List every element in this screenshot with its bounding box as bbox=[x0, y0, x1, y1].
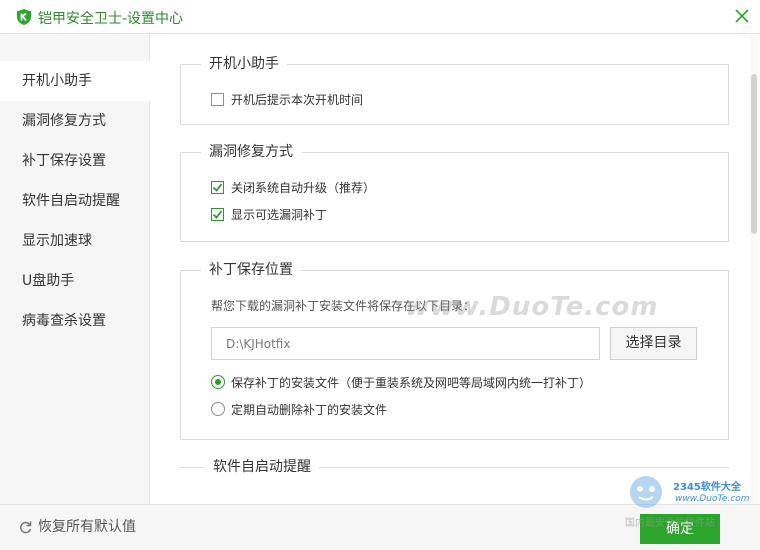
sidebar-item-speed-ball[interactable]: 显示加速球 bbox=[0, 221, 150, 261]
option-label: 保存补丁的安装文件（便于重装系统及网吧等局域网内统一打补丁） bbox=[231, 376, 592, 390]
vuln-fix-group: 漏洞修复方式 关闭系统自动升级（推荐） 显示可选漏洞补丁 bbox=[180, 143, 729, 242]
corner-slogan: 国内最安全的软件站 bbox=[625, 518, 715, 529]
sidebar-item-vuln-fix[interactable]: 漏洞修复方式 bbox=[0, 101, 150, 141]
option-label: 显示可选漏洞补丁 bbox=[231, 208, 328, 222]
sidebar-item-patch-save[interactable]: 补丁保存设置 bbox=[0, 141, 150, 181]
disable-auto-update-checkbox[interactable] bbox=[211, 181, 224, 194]
checkmark-icon bbox=[212, 210, 223, 219]
window-title: 铠甲安全卫士-设置中心 bbox=[38, 11, 184, 27]
autostart-section-title: 软件自启动提醒 bbox=[205, 458, 319, 476]
group-title: 漏洞修复方式 bbox=[201, 143, 301, 161]
sidebar-item-virus-scan[interactable]: 病毒查杀设置 bbox=[0, 301, 150, 341]
choose-directory-button[interactable]: 选择目录 bbox=[610, 327, 697, 360]
restore-defaults-label: 恢复所有默认值 bbox=[38, 519, 136, 535]
sidebar: 开机小助手 漏洞修复方式 补丁保存设置 软件自启动提醒 显示加速球 U盘助手 病… bbox=[0, 34, 151, 504]
mascot-icon bbox=[630, 476, 662, 508]
checkmark-icon bbox=[212, 183, 223, 192]
sidebar-item-boot-assistant[interactable]: 开机小助手 bbox=[0, 61, 151, 101]
keep-patch-files-radio[interactable] bbox=[211, 375, 225, 389]
option-label: 关闭系统自动升级（推荐） bbox=[231, 181, 376, 195]
boot-time-checkbox[interactable] bbox=[211, 93, 224, 106]
shield-logo-icon bbox=[17, 9, 31, 25]
content-scrollbar[interactable] bbox=[750, 34, 758, 504]
patch-path-input[interactable] bbox=[211, 327, 600, 360]
sidebar-item-usb-assistant[interactable]: U盘助手 bbox=[0, 261, 150, 301]
group-title: 补丁保存位置 bbox=[201, 261, 301, 279]
option-label: 定期自动删除补丁的安装文件 bbox=[231, 403, 388, 417]
watermark-text: www.DuoTe.com bbox=[405, 292, 659, 322]
option-label: 开机后提示本次开机时间 bbox=[231, 93, 364, 107]
scroll-thumb[interactable] bbox=[751, 74, 757, 234]
close-icon[interactable] bbox=[733, 7, 751, 25]
show-optional-patches-checkbox[interactable] bbox=[211, 208, 224, 221]
sidebar-item-autostart[interactable]: 软件自启动提醒 bbox=[0, 181, 150, 221]
corner-brand: 2345软件大全 bbox=[673, 482, 741, 493]
group-title: 开机小助手 bbox=[201, 55, 287, 73]
refresh-icon bbox=[19, 521, 32, 534]
corner-watermark: 2345软件大全 www.DuoTe.com 国内最安全的软件站 bbox=[623, 472, 758, 532]
corner-site: www.DuoTe.com bbox=[675, 494, 750, 504]
auto-delete-patch-files-radio[interactable] bbox=[211, 402, 225, 416]
settings-content: 开机小助手 开机后提示本次开机时间 漏洞修复方式 关闭系统自动升级（推荐） 显示… bbox=[150, 34, 748, 504]
title-bar: 铠甲安全卫士-设置中心 bbox=[0, 0, 760, 34]
boot-assistant-group: 开机小助手 开机后提示本次开机时间 bbox=[180, 55, 729, 125]
